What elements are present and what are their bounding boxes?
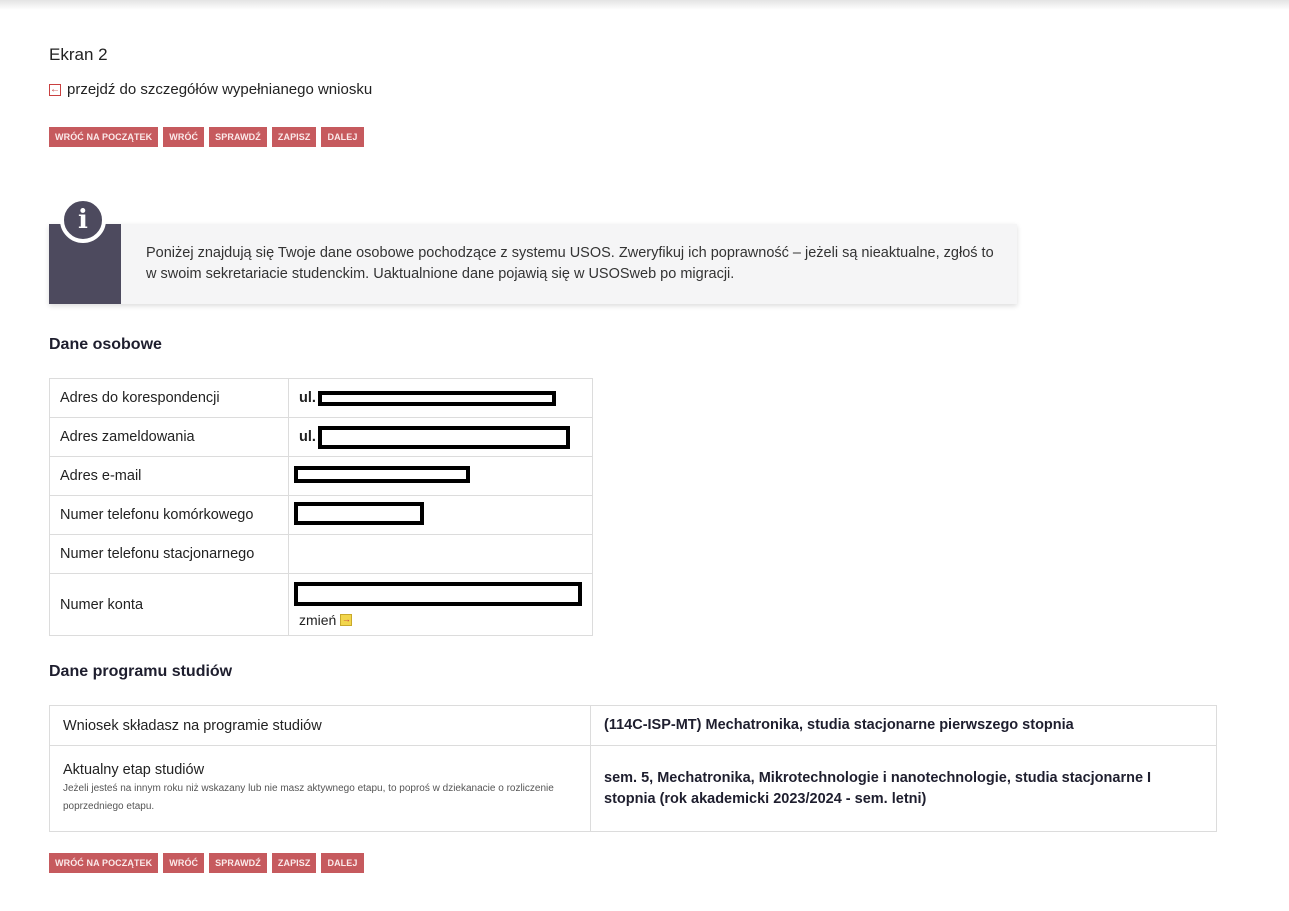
- row-label: Adres do korespondencji: [49, 378, 289, 418]
- email-value: [288, 456, 593, 496]
- arrow-left-icon: ←: [49, 83, 61, 96]
- screen-title: Ekran 2: [49, 45, 108, 64]
- row-label: Adres zameldowania: [49, 417, 289, 457]
- redaction-box: [317, 425, 570, 449]
- arrow-right-icon: →: [340, 613, 353, 626]
- address-prefix: ul.: [299, 390, 316, 406]
- personal-data-table: Adres do korespondencji ul. Adres zameld…: [49, 378, 593, 636]
- table-row: Adres zameldowania ul.: [49, 417, 593, 457]
- stage-value: sem. 5, Mechatronika, Mikrotechnologie i…: [590, 745, 1217, 832]
- row-label-with-note: Aktualny etap studiów Jeżeli jesteś na i…: [49, 745, 591, 832]
- back-button[interactable]: WRÓĆ: [163, 853, 205, 873]
- redaction-box: [317, 390, 556, 406]
- mobile-phone-value: [288, 495, 593, 535]
- next-button[interactable]: DALEJ: [321, 127, 364, 147]
- personal-data-title: Dane osobowe: [49, 336, 162, 353]
- redaction-box: [294, 465, 470, 483]
- info-box: i Poniżej znajdują się Twoje dane osobow…: [49, 197, 1017, 304]
- check-button[interactable]: SPRAWDŹ: [209, 853, 267, 873]
- save-button[interactable]: ZAPISZ: [271, 127, 317, 147]
- top-shadow: [0, 0, 1289, 10]
- next-button[interactable]: DALEJ: [321, 853, 364, 873]
- back-to-start-button[interactable]: WRÓĆ NA POCZĄTEK: [49, 127, 159, 147]
- stage-label: Aktualny etap studiów: [63, 761, 205, 778]
- back-to-start-button[interactable]: WRÓĆ NA POCZĄTEK: [49, 853, 159, 873]
- save-button[interactable]: ZAPISZ: [271, 853, 317, 873]
- address-prefix: ul.: [299, 429, 316, 445]
- change-account-link[interactable]: zmień →: [299, 612, 582, 628]
- program-data-table: Wniosek składasz na programie studiów (1…: [49, 705, 1217, 832]
- bottom-button-row: WRÓĆ NA POCZĄTEK WRÓĆ SPRAWDŹ ZAPISZ DAL…: [49, 853, 364, 873]
- top-button-row: WRÓĆ NA POCZĄTEK WRÓĆ SPRAWDŹ ZAPISZ DAL…: [49, 127, 364, 147]
- row-label: Numer konta: [49, 573, 289, 636]
- details-link-label: przejdź do szczegółów wypełnianego wnios…: [67, 81, 373, 98]
- row-label: Adres e-mail: [49, 456, 289, 496]
- row-label: Wniosek składasz na programie studiów: [49, 705, 591, 746]
- table-row: Aktualny etap studiów Jeżeli jesteś na i…: [49, 745, 1217, 832]
- table-row: Adres do korespondencji ul.: [49, 378, 593, 418]
- row-label: Numer telefonu komórkowego: [49, 495, 289, 535]
- table-row: Numer telefonu komórkowego: [49, 495, 593, 535]
- row-label: Numer telefonu stacjonarnego: [49, 534, 289, 574]
- program-data-title: Dane programu studiów: [49, 663, 233, 680]
- table-row: Numer konta zmień →: [49, 573, 593, 636]
- correspondence-address-value: ul.: [288, 378, 593, 418]
- stage-note: Jeżeli jesteś na innym roku niż wskazany…: [63, 782, 554, 812]
- landline-phone-value: [288, 534, 593, 574]
- account-number-value: zmień →: [288, 573, 593, 636]
- back-button[interactable]: WRÓĆ: [163, 127, 205, 147]
- info-icon: i: [60, 197, 106, 243]
- table-row: Wniosek składasz na programie studiów (1…: [49, 705, 1217, 746]
- info-side-bar: i: [49, 197, 121, 304]
- redaction-box: [294, 501, 424, 525]
- table-row: Adres e-mail: [49, 456, 593, 496]
- info-text: Poniżej znajdują się Twoje dane osobowe …: [146, 245, 994, 282]
- check-button[interactable]: SPRAWDŹ: [209, 127, 267, 147]
- change-label: zmień: [299, 611, 337, 628]
- details-link[interactable]: ← przejdź do szczegółów wypełnianego wni…: [49, 81, 372, 98]
- program-value: (114C-ISP-MT) Mechatronika, studia stacj…: [590, 705, 1217, 746]
- registered-address-value: ul.: [288, 417, 593, 457]
- table-row: Numer telefonu stacjonarnego: [49, 534, 593, 574]
- redaction-box: [294, 581, 582, 606]
